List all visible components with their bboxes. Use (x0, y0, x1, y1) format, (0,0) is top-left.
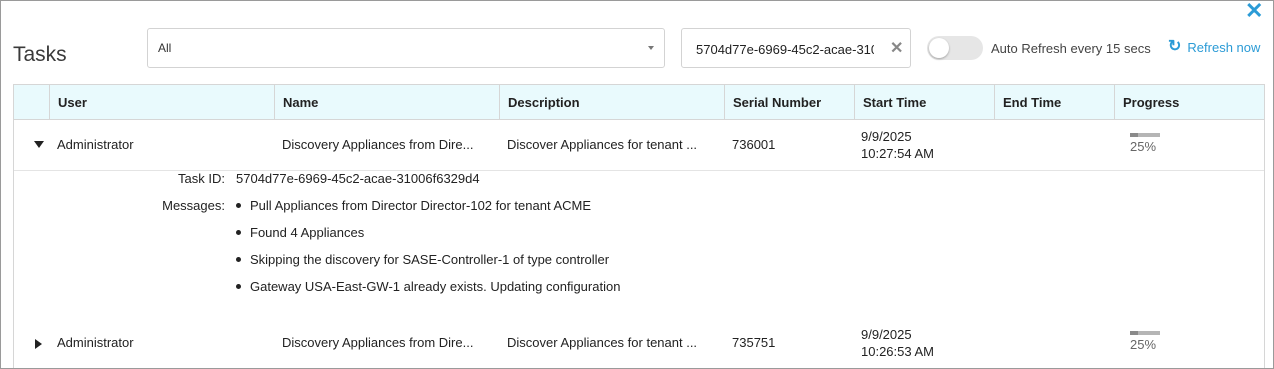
caret-down-icon (648, 46, 654, 50)
table-row[interactable]: Administrator Discovery Appliances from … (14, 318, 1264, 368)
row-description: Discover Appliances for tenant ... (507, 335, 698, 350)
row-start-date: 9/9/2025 (861, 129, 912, 144)
progress-indicator: 25% (1130, 133, 1160, 154)
row-name: Discovery Appliances from Dire... (282, 335, 474, 350)
column-header-serial-number[interactable]: Serial Number (724, 85, 854, 119)
bullet-icon (236, 257, 241, 263)
row-name: Discovery Appliances from Dire... (282, 137, 474, 152)
column-header-progress[interactable]: Progress (1114, 85, 1264, 119)
message-text: Found 4 Appliances (250, 225, 365, 240)
row-start-time: 10:26:53 AM (861, 344, 934, 359)
column-header-description[interactable]: Description (499, 85, 724, 119)
message-item: Skipping the discovery for SASE-Controll… (236, 252, 609, 267)
message-item: Pull Appliances from Director Director-1… (236, 198, 591, 213)
toggle-knob (929, 38, 949, 58)
refresh-now-button[interactable]: ↻ Refresh now (1168, 39, 1260, 55)
task-id-value: 5704d77e-6969-45c2-acae-31006f6329d4 (236, 171, 480, 186)
task-id-label: Task ID: (178, 171, 225, 186)
close-icon[interactable]: ✕ (1245, 1, 1263, 22)
row-serial-number: 735751 (732, 335, 776, 350)
bullet-icon (236, 203, 241, 209)
row-user: Administrator (57, 335, 134, 350)
auto-refresh-label: Auto Refresh every 15 secs (991, 41, 1151, 56)
progress-percent: 25% (1130, 139, 1157, 154)
task-detail-panel: Task ID: 5704d77e-6969-45c2-acae-31006f6… (14, 170, 1264, 305)
progress-percent: 25% (1130, 337, 1157, 352)
column-header-name[interactable]: Name (274, 85, 499, 119)
row-description: Discover Appliances for tenant ... (507, 137, 698, 152)
message-text: Pull Appliances from Director Director-1… (250, 198, 592, 213)
row-start-date: 9/9/2025 (861, 327, 912, 342)
bullet-icon (236, 230, 241, 236)
progress-bar (1130, 331, 1160, 335)
refresh-now-label: Refresh now (1187, 39, 1261, 55)
task-filter-select[interactable]: All (147, 28, 665, 68)
table-header: User Name Description Serial Number Star… (14, 85, 1264, 120)
message-item: Gateway USA-East-GW-1 already exists. Up… (236, 279, 620, 294)
page-title: Tasks (13, 43, 67, 66)
progress-indicator: 25% (1130, 331, 1160, 352)
message-text: Gateway USA-East-GW-1 already exists. Up… (250, 279, 621, 294)
task-search-input[interactable] (696, 39, 874, 59)
progress-fill (1130, 331, 1138, 335)
collapse-row-icon[interactable] (34, 141, 44, 148)
column-header-user[interactable]: User (49, 85, 274, 119)
progress-bar (1130, 133, 1160, 137)
bullet-icon (236, 284, 241, 290)
message-item: Found 4 Appliances (236, 225, 364, 240)
tasks-table: User Name Description Serial Number Star… (13, 84, 1265, 368)
auto-refresh-toggle[interactable] (927, 36, 983, 60)
row-start-time: 10:27:54 AM (861, 146, 934, 161)
message-text: Skipping the discovery for SASE-Controll… (250, 252, 610, 267)
progress-fill (1130, 133, 1138, 137)
task-filter-value: All (158, 41, 172, 55)
refresh-icon: ↻ (1168, 38, 1182, 55)
tasks-dialog: ✕ Tasks All ✕ Auto Refresh every 15 secs… (0, 0, 1274, 369)
clear-icon[interactable]: ✕ (890, 39, 903, 59)
messages-label: Messages: (162, 198, 225, 213)
task-search-field: ✕ (681, 28, 911, 68)
expand-row-icon[interactable] (35, 339, 42, 349)
column-header-start-time[interactable]: Start Time (854, 85, 994, 119)
row-serial-number: 736001 (732, 137, 776, 152)
column-header-end-time[interactable]: End Time (994, 85, 1114, 119)
row-user: Administrator (57, 137, 134, 152)
table-row[interactable]: Administrator Discovery Appliances from … (14, 120, 1264, 170)
